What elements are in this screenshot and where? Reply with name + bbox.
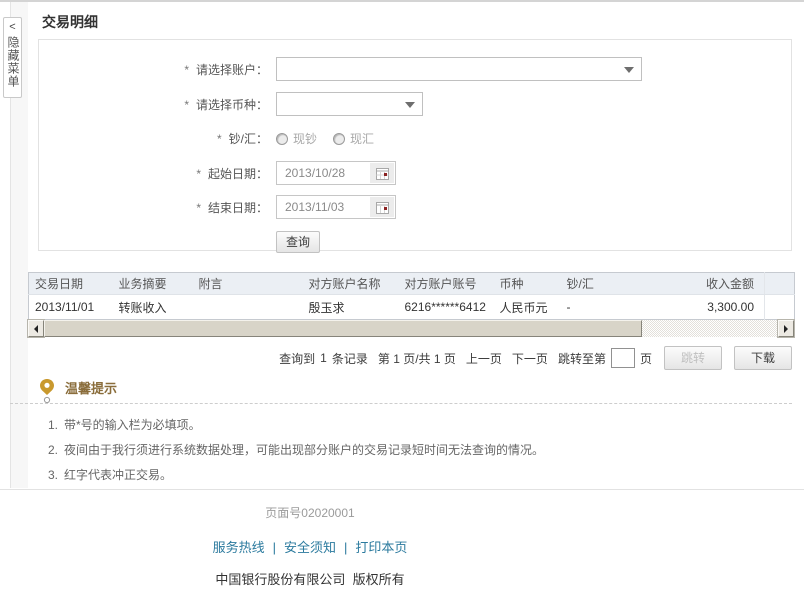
cash-remit-row: *钞/汇： 现钞 现汇 [39,130,791,147]
arrow-right-icon [784,325,788,333]
currency-row: *请选择币种： 人民币元 [39,92,791,116]
tip-item: 2.夜间由于我行须进行系统数据处理，可能出现部分账户的交易记录短时间无法查询的情… [48,438,792,463]
page-number: 页面号02020001 [0,504,620,521]
copyright-text: 中国银行股份有限公司 版权所有 [0,569,620,588]
scroll-right-button[interactable] [778,320,794,337]
jump-page-input[interactable] [611,348,635,368]
download-button[interactable]: 下载 [734,346,792,370]
location-pin-icon [39,378,55,404]
col-tail [765,273,795,295]
hide-menu-tab[interactable]: < 隐藏菜单 [3,17,22,98]
start-date-field [276,161,396,185]
cell-currency: 人民币元 [494,295,561,320]
col-currency: 币种 [494,273,561,295]
radio-button-icon [333,133,345,145]
cell-cash-remit: - [561,295,641,320]
required-mark: * [184,63,189,77]
result-summary-suffix: 条记录 [332,350,368,367]
horizontal-scrollbar [28,320,794,337]
arrow-left-icon [34,325,38,333]
page-footer: 页面号02020001 服务热线 | 安全须知 | 打印本页 中国银行股份有限公司 版权… [0,489,804,592]
record-count: 1 [320,351,327,365]
currency-label: *请选择币种： [39,96,268,113]
page-info: 第 1 页/共 1 页 [378,350,456,367]
pagination-bar: 查询到 1 条记录 第 1 页/共 1 页 上一页 下一页 跳转至第 页 跳转 … [28,346,792,370]
col-trade-date: 交易日期 [29,273,113,295]
prev-page-link[interactable]: 上一页 [466,350,502,367]
radio-cash-label: 现钞 [293,130,317,147]
tip-item: 3.红字代表冲正交易。 [48,463,792,488]
table-row: 2013/11/01 转账收入 殷玉求 6216******6412 人民币元 … [29,295,795,320]
collapse-chevron-icon: < [4,20,21,34]
tip-item: 1.带*号的输入栏为必填项。 [48,413,792,438]
end-date-row: *结束日期： [39,195,791,219]
tips-title: 温馨提示 [28,379,792,399]
print-page-link[interactable]: 打印本页 [355,540,407,555]
currency-select[interactable]: 人民币元 [276,92,423,116]
col-cash-remit: 钞/汇 [561,273,641,295]
cell-tail [765,295,795,320]
tips-section: 温馨提示 1.带*号的输入栏为必填项。 2.夜间由于我行须进行系统数据处理，可能… [28,379,792,488]
required-mark: * [196,167,201,181]
query-button-row: 查询 [39,231,791,253]
col-counterparty-account: 对方账户账号 [399,273,494,295]
link-separator: | [344,540,347,555]
calendar-icon[interactable] [370,163,394,183]
page-title: 交易明细 [42,12,792,32]
cell-income-amount: 3,300.00 [641,295,765,320]
cell-summary: 转账收入 [113,295,193,320]
tips-list: 1.带*号的输入栏为必填项。 2.夜间由于我行须进行系统数据处理，可能出现部分账… [28,413,792,488]
query-button[interactable]: 查询 [276,231,320,253]
cell-counterparty-name: 殷玉求 [303,295,399,320]
query-form-panel: *请选择账户： 长城电子借记卡 4563******2513 长城电子借记卡 福… [38,39,792,251]
account-row: *请选择账户： 长城电子借记卡 4563******2513 长城电子借记卡 福… [39,57,791,81]
jump-button[interactable]: 跳转 [664,346,722,370]
end-date-field [276,195,396,219]
jump-unit-label: 页 [640,350,652,367]
next-page-link[interactable]: 下一页 [512,350,548,367]
cell-counterparty-account: 6216******6412 [399,295,494,320]
scrollbar-thumb[interactable] [44,320,642,337]
result-summary-prefix: 查询到 [279,350,315,367]
account-select[interactable]: 长城电子借记卡 4563******2513 长城电子借记卡 福建 [276,57,642,81]
footer-links: 服务热线 | 安全须知 | 打印本页 [0,537,620,556]
transactions-table: 交易日期 业务摘要 附言 对方账户名称 对方账户账号 币种 钞/汇 收入金额 2… [28,272,795,320]
col-remark: 附言 [193,273,303,295]
jump-label: 跳转至第 [558,350,606,367]
required-mark: * [217,132,222,146]
account-label: *请选择账户： [39,61,268,78]
col-counterparty-name: 对方账户名称 [303,273,399,295]
chevron-down-icon [405,102,415,108]
security-notice-link[interactable]: 安全须知 [284,540,336,555]
scrollbar-track[interactable] [642,320,778,337]
end-date-label: *结束日期： [39,199,268,216]
required-mark: * [184,98,189,112]
scroll-left-button[interactable] [28,320,44,337]
radio-button-icon [276,133,288,145]
radio-cash[interactable]: 现钞 [276,130,317,147]
radio-remit-label: 现汇 [350,130,374,147]
dashed-divider [10,403,792,404]
chevron-down-icon [624,67,634,73]
transaction-detail-page: < 隐藏菜单 交易明细 *请选择账户： 长城电子借记卡 4563******25… [0,0,804,592]
start-date-label: *起始日期： [39,165,268,182]
calendar-icon[interactable] [370,197,394,217]
cash-remit-options: 现钞 现汇 [276,130,390,147]
cell-trade-date: 2013/11/01 [29,295,113,320]
radio-remit[interactable]: 现汇 [333,130,374,147]
start-date-input[interactable] [277,163,369,183]
cell-remark [193,295,303,320]
service-hotline-link[interactable]: 服务热线 [213,540,265,555]
main-content: 交易明细 *请选择账户： 长城电子借记卡 4563******2513 长城电子… [28,12,804,488]
col-summary: 业务摘要 [113,273,193,295]
cash-remit-label: *钞/汇： [39,130,268,147]
link-separator: | [273,540,276,555]
hide-menu-label: 隐藏菜单 [5,36,20,88]
col-income-amount: 收入金额 [641,273,765,295]
required-mark: * [196,201,201,215]
end-date-input[interactable] [277,197,369,217]
table-header-row: 交易日期 业务摘要 附言 对方账户名称 对方账户账号 币种 钞/汇 收入金额 [29,273,795,295]
start-date-row: *起始日期： [39,161,791,185]
